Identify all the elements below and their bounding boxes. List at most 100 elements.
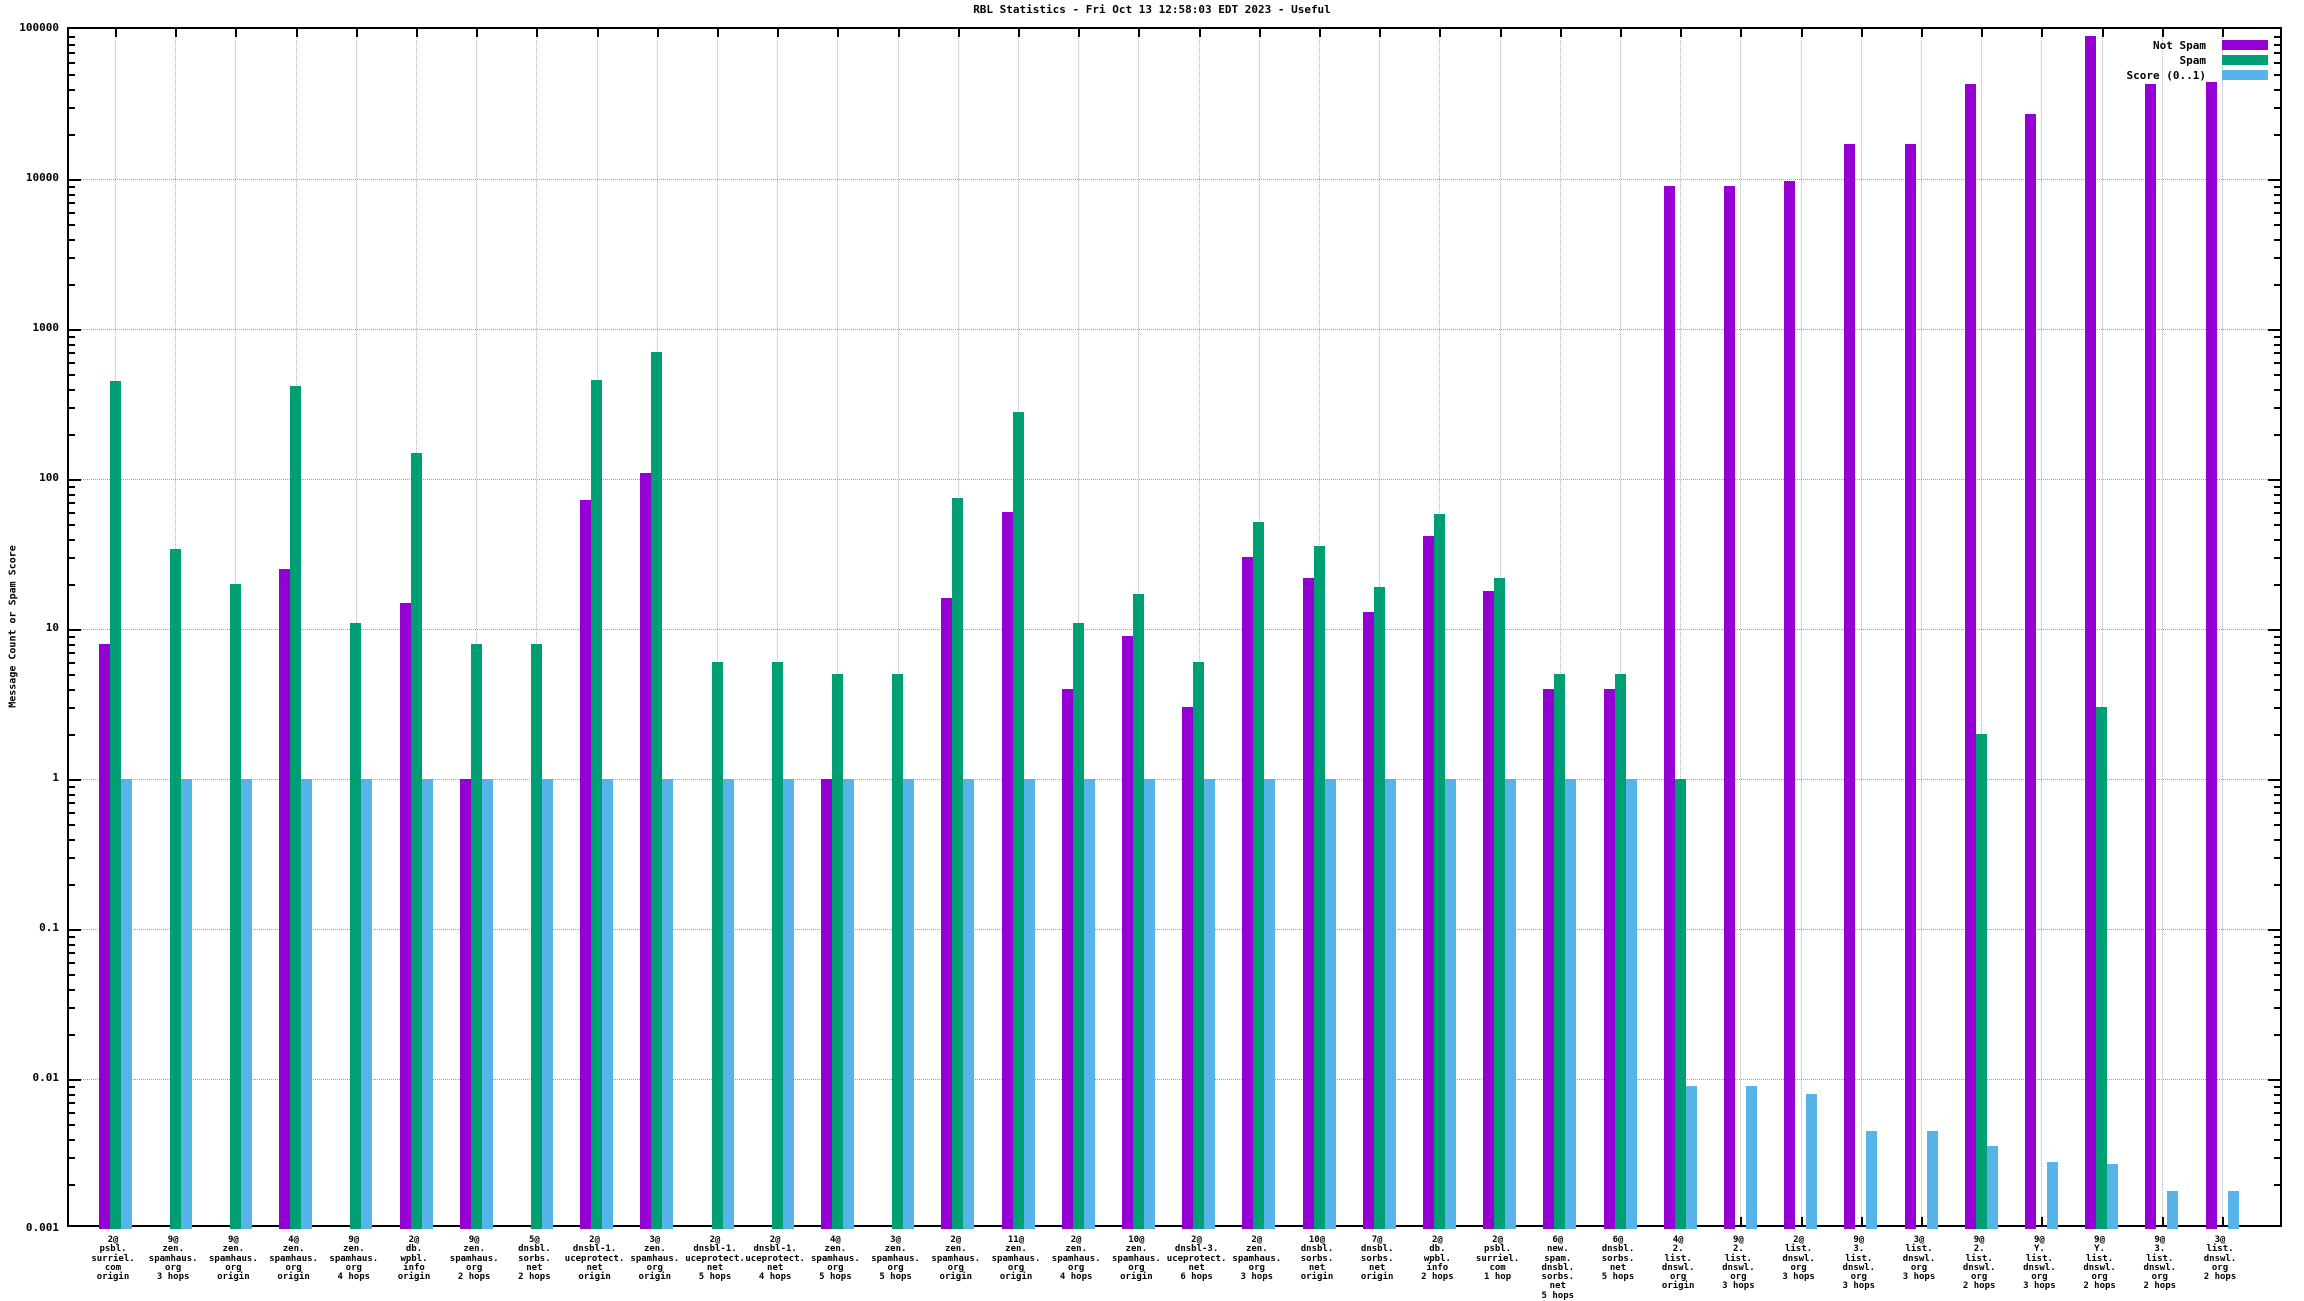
x-tick bbox=[2161, 1217, 2164, 1225]
bar-not-spam bbox=[941, 598, 953, 1229]
y-tick bbox=[69, 107, 75, 110]
bar-not-spam bbox=[399, 602, 411, 1229]
y-tick bbox=[69, 374, 75, 377]
y-tick bbox=[69, 1183, 75, 1186]
y-tick-label: 1000 bbox=[32, 321, 60, 334]
y-tick bbox=[69, 362, 75, 365]
y-tick bbox=[69, 1007, 75, 1010]
bar-spam bbox=[1193, 662, 1205, 1229]
y-tick bbox=[2274, 943, 2280, 946]
y-tick bbox=[69, 407, 75, 410]
legend-item: Score (0..1) bbox=[1968, 69, 2268, 82]
y-tick bbox=[69, 802, 75, 805]
y-tick bbox=[69, 352, 75, 355]
bar-spam bbox=[1373, 587, 1385, 1229]
bar-not-spam bbox=[1182, 707, 1194, 1229]
y-tick bbox=[69, 524, 75, 527]
x-tick bbox=[1620, 29, 1622, 37]
gridline-horizontal bbox=[69, 329, 2280, 330]
bar-score-0-1 bbox=[421, 779, 433, 1229]
x-tick bbox=[1740, 29, 1743, 37]
y-tick bbox=[69, 943, 75, 946]
x-tick bbox=[1680, 29, 1683, 37]
x-tick bbox=[1860, 29, 1863, 37]
y-tick bbox=[2274, 824, 2280, 827]
bar-score-0-1 bbox=[1565, 779, 1577, 1229]
y-tick bbox=[2274, 433, 2280, 436]
y-tick bbox=[2274, 812, 2280, 815]
legend-item: Spam bbox=[1968, 54, 2268, 67]
y-tick-label: 100000 bbox=[19, 21, 59, 34]
bar-spam bbox=[1494, 577, 1506, 1229]
bar-score-0-1 bbox=[2046, 1161, 2058, 1229]
y-tick bbox=[69, 479, 81, 481]
x-tick bbox=[1499, 29, 1502, 37]
bar-score-0-1 bbox=[602, 779, 614, 1229]
bar-not-spam bbox=[1422, 535, 1434, 1229]
y-tick bbox=[2274, 212, 2280, 215]
gridline-vertical bbox=[2161, 29, 2163, 1225]
y-tick bbox=[2274, 1124, 2280, 1127]
y-tick bbox=[69, 74, 75, 77]
y-tick bbox=[69, 1157, 75, 1160]
bar-score-0-1 bbox=[361, 779, 373, 1229]
x-tick bbox=[2161, 29, 2164, 37]
x-tick bbox=[1319, 29, 1321, 37]
bar-not-spam bbox=[1784, 180, 1796, 1229]
bar-not-spam bbox=[1543, 688, 1555, 1229]
bar-spam bbox=[530, 643, 542, 1229]
y-tick bbox=[69, 662, 75, 665]
y-tick bbox=[2274, 407, 2280, 410]
y-tick bbox=[2268, 779, 2280, 781]
y-tick bbox=[2274, 193, 2280, 196]
y-tick bbox=[2274, 1183, 2280, 1186]
bar-score-0-1 bbox=[2107, 1164, 2119, 1229]
bar-score-0-1 bbox=[1143, 779, 1155, 1229]
bar-score-0-1 bbox=[1625, 779, 1637, 1229]
plot-area: Not Spam Spam Score (0..1) bbox=[67, 27, 2282, 1229]
y-tick bbox=[2274, 1033, 2280, 1036]
y-tick bbox=[2268, 629, 2280, 631]
y-tick bbox=[69, 779, 81, 781]
y-tick bbox=[69, 707, 75, 710]
y-tick bbox=[2274, 1138, 2280, 1141]
bar-score-0-1 bbox=[1204, 779, 1216, 1229]
y-tick bbox=[2274, 974, 2280, 977]
y-tick bbox=[69, 1124, 75, 1127]
bar-not-spam bbox=[580, 500, 592, 1229]
bar-spam bbox=[1132, 594, 1144, 1229]
y-tick bbox=[69, 538, 75, 541]
y-tick bbox=[69, 512, 75, 515]
bar-score-0-1 bbox=[1745, 1085, 1757, 1229]
bar-score-0-1 bbox=[1505, 779, 1517, 1229]
bar-score-0-1 bbox=[301, 779, 313, 1229]
y-tick-label: 1 bbox=[52, 771, 59, 784]
y-tick bbox=[2274, 62, 2280, 65]
y-tick bbox=[69, 283, 75, 286]
legend-swatch bbox=[2222, 40, 2268, 50]
bar-not-spam bbox=[1362, 611, 1374, 1229]
y-tick bbox=[2274, 674, 2280, 677]
bar-not-spam bbox=[1904, 144, 1916, 1229]
gridline-horizontal bbox=[69, 179, 2280, 180]
x-tick bbox=[416, 29, 418, 37]
y-tick bbox=[69, 257, 75, 260]
y-tick bbox=[2274, 838, 2280, 841]
y-tick bbox=[2274, 1085, 2280, 1088]
y-tick bbox=[2274, 88, 2280, 91]
bar-score-0-1 bbox=[903, 779, 915, 1229]
y-tick bbox=[69, 335, 75, 338]
y-tick bbox=[2274, 512, 2280, 515]
bar-score-0-1 bbox=[120, 779, 132, 1229]
y-tick bbox=[69, 343, 75, 346]
y-tick bbox=[69, 988, 75, 991]
legend-swatch bbox=[2222, 55, 2268, 65]
y-tick bbox=[69, 635, 75, 638]
bar-score-0-1 bbox=[1083, 779, 1095, 1229]
x-tick bbox=[2222, 29, 2224, 37]
bar-spam bbox=[169, 549, 181, 1229]
bar-score-0-1 bbox=[722, 779, 734, 1229]
bar-not-spam bbox=[1242, 557, 1254, 1229]
bar-spam bbox=[1554, 674, 1566, 1229]
gridline-vertical bbox=[1740, 29, 1742, 1225]
